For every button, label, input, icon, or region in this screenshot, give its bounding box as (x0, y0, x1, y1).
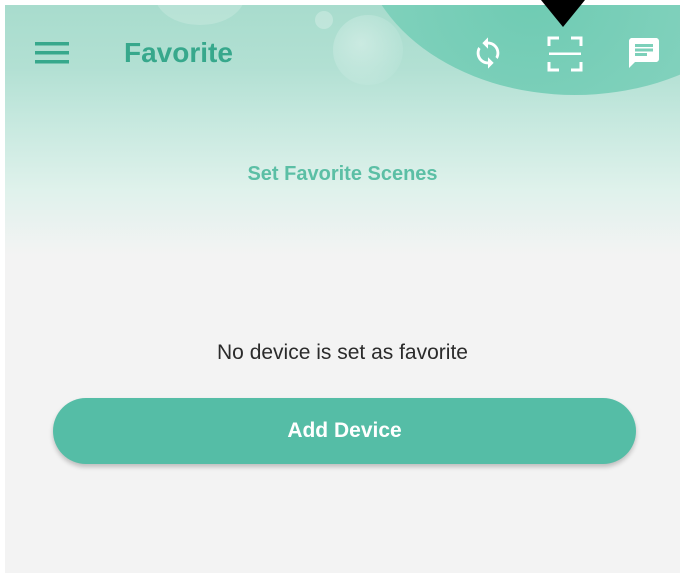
empty-state-message: No device is set as favorite (217, 341, 468, 364)
header-banner: Favorite Set Favorite Scenes (5, 5, 680, 255)
set-favorite-scenes-link[interactable]: Set Favorite Scenes (5, 160, 680, 188)
scan-icon[interactable] (546, 35, 584, 73)
decorative-bubble-left (155, 5, 245, 25)
add-device-button[interactable]: Add Device (53, 398, 636, 464)
sync-icon[interactable] (471, 36, 505, 70)
page-title: Favorite (124, 37, 233, 68)
pointer-arrow-icon (541, 0, 585, 27)
favorite-screen: Favorite Set Favorite Scenes No device i… (5, 5, 680, 573)
message-icon[interactable] (626, 35, 662, 71)
decorative-bubble-small (333, 15, 403, 85)
menu-icon[interactable] (35, 40, 69, 66)
decorative-bubble-tiny (315, 11, 333, 29)
